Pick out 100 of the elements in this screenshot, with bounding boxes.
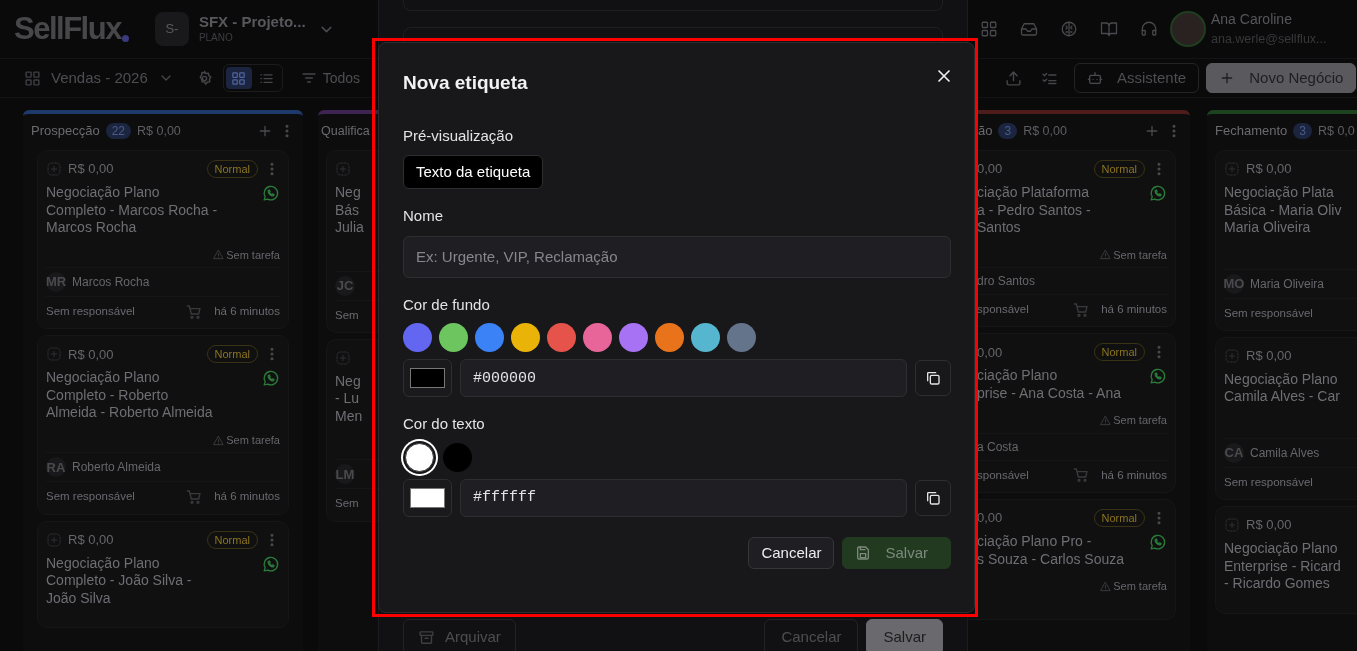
- cancel-button[interactable]: Cancelar: [764, 619, 859, 651]
- name-field[interactable]: Ex: Urgente, VIP, Reclamação: [403, 235, 951, 278]
- contact-name: Marcos Rocha: [72, 274, 150, 291]
- deal-title: ciação Plano Pro -: [977, 533, 1093, 551]
- color-swatch[interactable]: [583, 323, 612, 352]
- deal-value: R$ 0,00: [1246, 516, 1292, 535]
- add-icon[interactable]: [1224, 347, 1240, 364]
- dialog-title: Nova etiqueta: [403, 71, 528, 95]
- color-swatch[interactable]: [655, 323, 684, 352]
- cancel-button[interactable]: Cancelar: [748, 537, 835, 569]
- add-icon[interactable]: [46, 531, 62, 548]
- plus-icon[interactable]: [257, 123, 273, 139]
- deal-title: Negociação Plano: [46, 184, 161, 202]
- color-swatch[interactable]: [511, 323, 540, 352]
- cart-icon: [1073, 467, 1090, 484]
- grid-icon: [24, 69, 41, 87]
- owner-text: Sem responsável: [46, 304, 135, 319]
- task-text: Sem tarefa: [1113, 579, 1167, 594]
- column-total: R$ 0,0: [1317, 122, 1355, 140]
- upload-icon[interactable]: [1005, 69, 1022, 87]
- tag-preview: Texto da etiqueta: [403, 155, 544, 189]
- chat-icon[interactable]: [1148, 367, 1167, 387]
- time-text: há 6 minutos: [214, 489, 280, 505]
- user-avatar[interactable]: [1170, 11, 1206, 47]
- book-icon[interactable]: [1100, 20, 1118, 38]
- filter-label[interactable]: Todos: [322, 67, 361, 89]
- deal-value: 0,00: [977, 160, 1003, 179]
- deal-value: R$ 0,00: [1246, 347, 1292, 365]
- copy-button[interactable]: [915, 479, 951, 516]
- warning-icon: [1100, 249, 1112, 261]
- task-text: Sem tarefa: [226, 247, 280, 263]
- deal-title: a - Pedro Santos -: [977, 201, 1092, 219]
- add-icon[interactable]: [335, 161, 351, 177]
- owner-text: sponsável: [977, 302, 1029, 317]
- assistant-button[interactable]: Assistente: [1074, 63, 1200, 93]
- deal-card[interactable]: 0,00 Normal ciação Plano Pro - s Souza - Carlos Souza Sem tarefa: [968, 499, 1176, 620]
- deal-value: 0,00: [977, 509, 1003, 528]
- add-icon[interactable]: [46, 346, 62, 363]
- color-picker[interactable]: [403, 478, 452, 517]
- pipeline-selector[interactable]: Vendas - 2026: [51, 66, 148, 90]
- filter-icon[interactable]: [300, 70, 317, 86]
- chat-icon[interactable]: [261, 184, 280, 203]
- deal-title: Marcos Rocha: [46, 219, 138, 237]
- save-button[interactable]: Salvar: [866, 619, 943, 651]
- deal-title: Neg: [335, 184, 362, 202]
- deal-card[interactable]: R$ 0,00 Normal Negociação Plano Completo - João Silva - João Silva: [37, 520, 289, 628]
- grid-view-toggle[interactable]: [225, 67, 252, 89]
- workspace-avatar[interactable]: S-: [154, 12, 189, 46]
- time-text: há 6 minutos: [1101, 302, 1167, 317]
- deal-title: Men: [335, 407, 364, 426]
- add-icon[interactable]: [1224, 517, 1240, 533]
- deal-title: Negociação Plano: [46, 554, 161, 572]
- hex-field[interactable]: #000000: [460, 359, 907, 397]
- color-swatch[interactable]: [439, 323, 468, 352]
- add-icon[interactable]: [46, 161, 62, 177]
- deal-value: R$ 0,00: [68, 530, 114, 549]
- chat-icon[interactable]: [261, 369, 280, 389]
- cart-icon: [186, 488, 203, 505]
- color-swatch[interactable]: [619, 323, 648, 352]
- copy-icon: [925, 370, 941, 386]
- archive-button[interactable]: Arquivar: [403, 619, 516, 651]
- logo[interactable]: SellFlux: [14, 5, 121, 53]
- deal-title: Básica - Maria Oliv: [1224, 201, 1343, 219]
- add-icon[interactable]: [335, 349, 351, 366]
- warning-icon: [213, 434, 225, 446]
- deal-title: prise - Ana Costa - Ana: [977, 384, 1122, 403]
- contact-name: Maria Oliveira: [1250, 275, 1324, 293]
- new-deal-button[interactable]: Novo Negócio: [1206, 63, 1357, 93]
- add-icon[interactable]: [1224, 161, 1240, 177]
- color-swatch[interactable]: [727, 323, 756, 352]
- chat-icon[interactable]: [1148, 533, 1167, 552]
- inbox-icon[interactable]: [1020, 20, 1038, 38]
- robot-icon: [1087, 70, 1103, 86]
- warning-icon: [1100, 580, 1112, 592]
- color-swatch[interactable]: [691, 323, 720, 352]
- deal-title: Santos: [977, 219, 1022, 237]
- grid-icon: [231, 70, 247, 86]
- copy-icon: [925, 489, 941, 506]
- color-swatch[interactable]: [403, 323, 432, 352]
- deal-title: ciação Plataforma: [977, 184, 1091, 202]
- warning-icon: [213, 249, 225, 261]
- deal-title: Enterprise - Ricard: [1224, 557, 1342, 575]
- plus-icon[interactable]: [1144, 123, 1160, 139]
- apps-icon[interactable]: [980, 20, 998, 38]
- color-swatch[interactable]: [547, 323, 576, 352]
- count-badge: 3: [1293, 123, 1312, 139]
- contact-name: a Costa: [977, 438, 1019, 456]
- field-label: Cor de fundo: [403, 294, 491, 315]
- color-swatch[interactable]: [443, 442, 472, 472]
- chat-icon[interactable]: [261, 554, 280, 574]
- workspace-name[interactable]: SFX - Projeto...: [198, 13, 306, 30]
- hex-field[interactable]: #ffffff: [460, 478, 907, 517]
- color-picker[interactable]: [403, 359, 452, 397]
- deal-title: Completo - Marcos Rocha -: [46, 201, 219, 219]
- copy-button[interactable]: [915, 360, 951, 396]
- deal-card[interactable]: R$ 0,00 Negociação Plano Enterprise - Ricard - Ricardo Gomes: [1215, 506, 1357, 614]
- chat-icon[interactable]: [1148, 184, 1167, 203]
- headset-icon[interactable]: [1140, 20, 1158, 38]
- deal-value: R$ 0,00: [1246, 160, 1292, 179]
- color-swatch[interactable]: [475, 323, 504, 352]
